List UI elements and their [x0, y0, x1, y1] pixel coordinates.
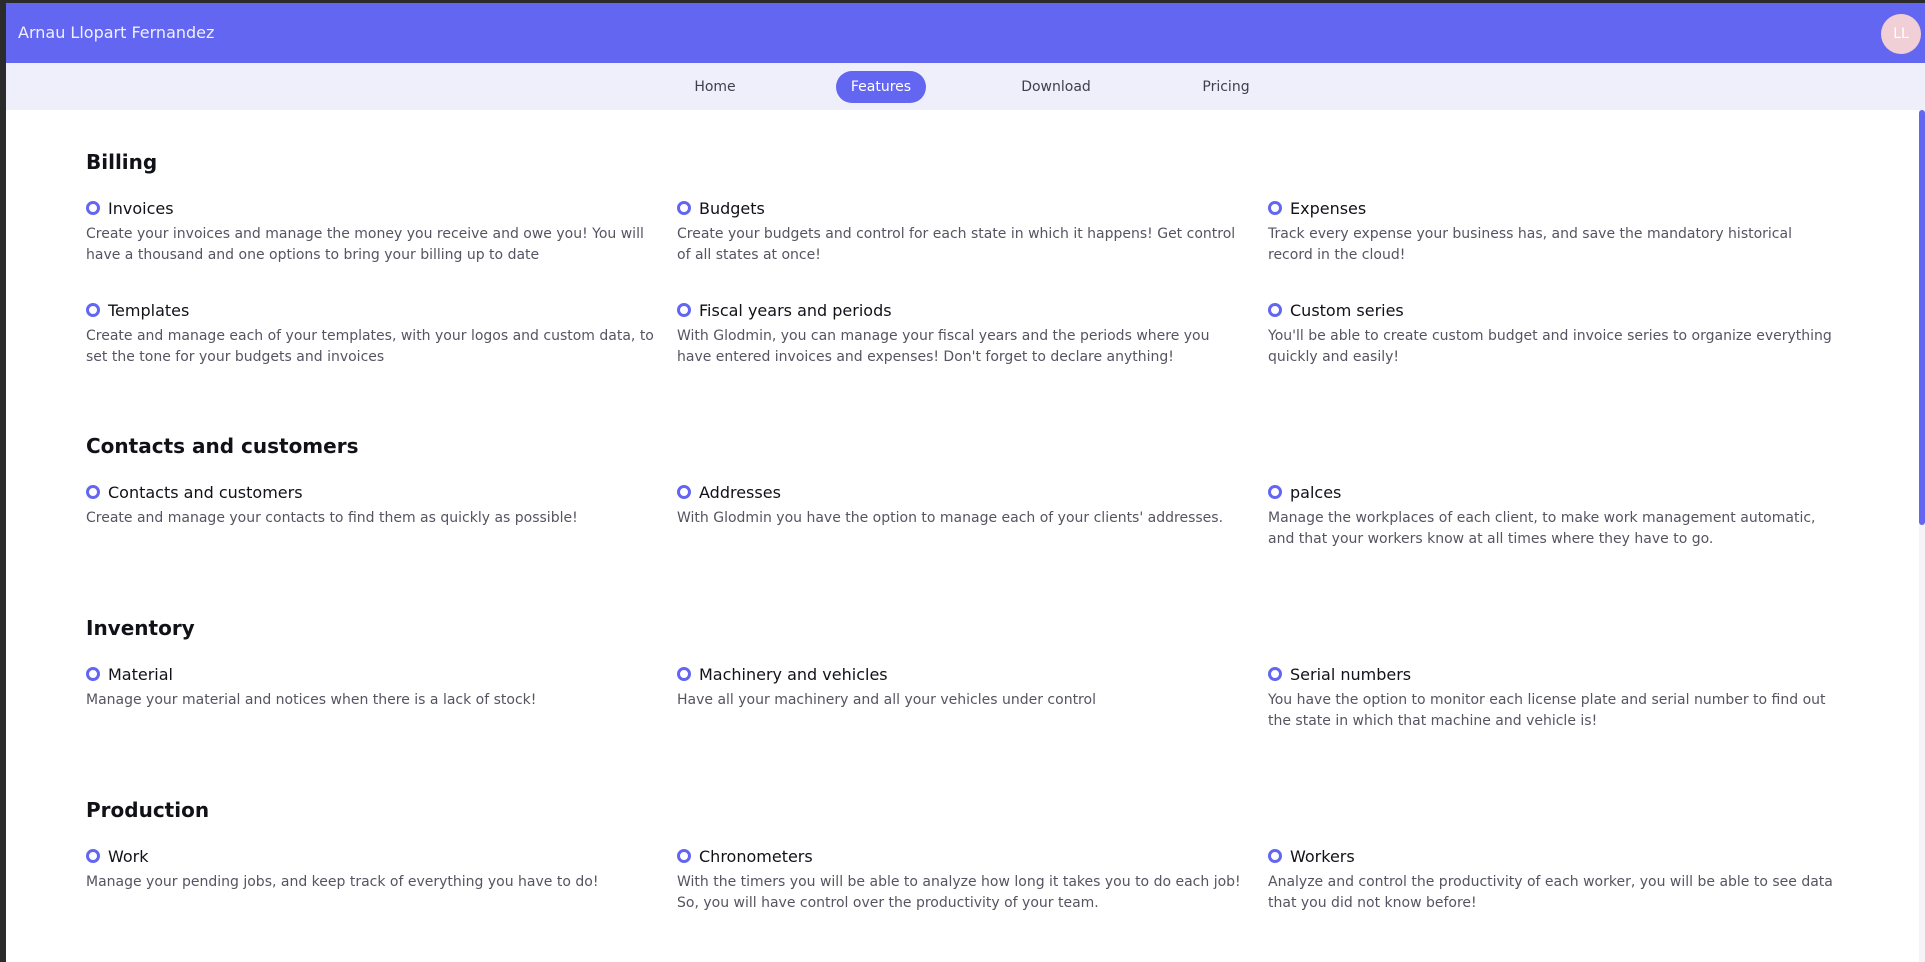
- feature-chronometers: Chronometers With the timers you will be…: [677, 845, 1247, 914]
- feature-desc: You'll be able to create custom budget a…: [1268, 328, 1832, 365]
- feature-serial-numbers: Serial numbers You have the option to mo…: [1268, 663, 1838, 732]
- feature-workers: Workers Analyze and control the producti…: [1268, 845, 1838, 914]
- feature-desc: Create your invoices and manage the mone…: [86, 226, 644, 263]
- feature-title: Contacts and customers: [108, 482, 303, 502]
- feature-desc: Manage your material and notices when th…: [86, 692, 537, 708]
- top-bar: Arnau Llopart Fernandez LL: [6, 3, 1925, 63]
- bullet-icon: [1268, 201, 1282, 215]
- nav-pricing[interactable]: Pricing: [1186, 71, 1266, 103]
- feature-title: Chronometers: [699, 846, 813, 866]
- feature-contacts: Contacts and customers Create and manage…: [86, 481, 656, 529]
- feature-title: Invoices: [108, 198, 174, 218]
- feature-title: Material: [108, 664, 173, 684]
- avatar[interactable]: LL: [1881, 14, 1921, 54]
- feature-desc: Analyze and control the productivity of …: [1268, 874, 1833, 911]
- section-title-production: Production: [86, 798, 210, 822]
- user-name: Arnau Llopart Fernandez: [18, 23, 215, 42]
- feature-desc: With Glodmin, you can manage your fiscal…: [677, 328, 1210, 365]
- bullet-icon: [86, 485, 100, 499]
- feature-desc: Manage your pending jobs, and keep track…: [86, 874, 599, 890]
- feature-desc: Create and manage each of your templates…: [86, 328, 654, 365]
- feature-expenses: Expenses Track every expense your busine…: [1268, 197, 1838, 266]
- feature-desc: Create and manage your contacts to find …: [86, 510, 578, 526]
- feature-machinery: Machinery and vehicles Have all your mac…: [677, 663, 1247, 711]
- feature-templates: Templates Create and manage each of your…: [86, 299, 656, 368]
- feature-desc: Create your budgets and control for each…: [677, 226, 1236, 263]
- feature-title: Workers: [1290, 846, 1355, 866]
- feature-fiscal-years: Fiscal years and periods With Glodmin, y…: [677, 299, 1247, 368]
- feature-title: Budgets: [699, 198, 765, 218]
- bullet-icon: [86, 201, 100, 215]
- bullet-icon: [677, 667, 691, 681]
- feature-places: palces Manage the workplaces of each cli…: [1268, 481, 1838, 550]
- feature-title: Expenses: [1290, 198, 1367, 218]
- feature-desc: With the timers you will be able to anal…: [677, 874, 1241, 911]
- feature-title: palces: [1290, 482, 1342, 502]
- section-title-billing: Billing: [86, 150, 158, 174]
- section-title-contacts: Contacts and customers: [86, 434, 359, 458]
- section-title-inventory: Inventory: [86, 616, 195, 640]
- app-window: Arnau Llopart Fernandez LL Home Features…: [6, 3, 1925, 962]
- feature-material: Material Manage your material and notice…: [86, 663, 656, 711]
- feature-title: Work: [108, 846, 149, 866]
- bullet-icon: [677, 849, 691, 863]
- bullet-icon: [1268, 485, 1282, 499]
- bullet-icon: [677, 303, 691, 317]
- nav-download[interactable]: Download: [1006, 71, 1106, 103]
- feature-desc: Track every expense your business has, a…: [1268, 226, 1792, 263]
- feature-title: Addresses: [699, 482, 781, 502]
- feature-custom-series: Custom series You'll be able to create c…: [1268, 299, 1838, 368]
- main-nav: Home Features Download Pricing: [6, 63, 1925, 110]
- feature-desc: With Glodmin you have the option to mana…: [677, 510, 1224, 526]
- nav-features[interactable]: Features: [836, 71, 926, 103]
- bullet-icon: [86, 667, 100, 681]
- scrollbar-thumb[interactable]: [1919, 110, 1925, 525]
- feature-desc: You have the option to monitor each lice…: [1268, 692, 1826, 729]
- bullet-icon: [677, 201, 691, 215]
- bullet-icon: [1268, 303, 1282, 317]
- feature-desc: Have all your machinery and all your veh…: [677, 692, 1096, 708]
- bullet-icon: [677, 485, 691, 499]
- bullet-icon: [86, 303, 100, 317]
- bullet-icon: [86, 849, 100, 863]
- feature-title: Custom series: [1290, 300, 1404, 320]
- feature-invoices: Invoices Create your invoices and manage…: [86, 197, 656, 266]
- feature-title: Serial numbers: [1290, 664, 1412, 684]
- nav-home[interactable]: Home: [674, 71, 756, 103]
- feature-title: Templates: [108, 300, 190, 320]
- feature-title: Machinery and vehicles: [699, 664, 888, 684]
- bullet-icon: [1268, 849, 1282, 863]
- feature-budgets: Budgets Create your budgets and control …: [677, 197, 1247, 266]
- feature-addresses: Addresses With Glodmin you have the opti…: [677, 481, 1247, 529]
- feature-work: Work Manage your pending jobs, and keep …: [86, 845, 656, 893]
- bullet-icon: [1268, 667, 1282, 681]
- feature-desc: Manage the workplaces of each client, to…: [1268, 510, 1816, 547]
- feature-title: Fiscal years and periods: [699, 300, 892, 320]
